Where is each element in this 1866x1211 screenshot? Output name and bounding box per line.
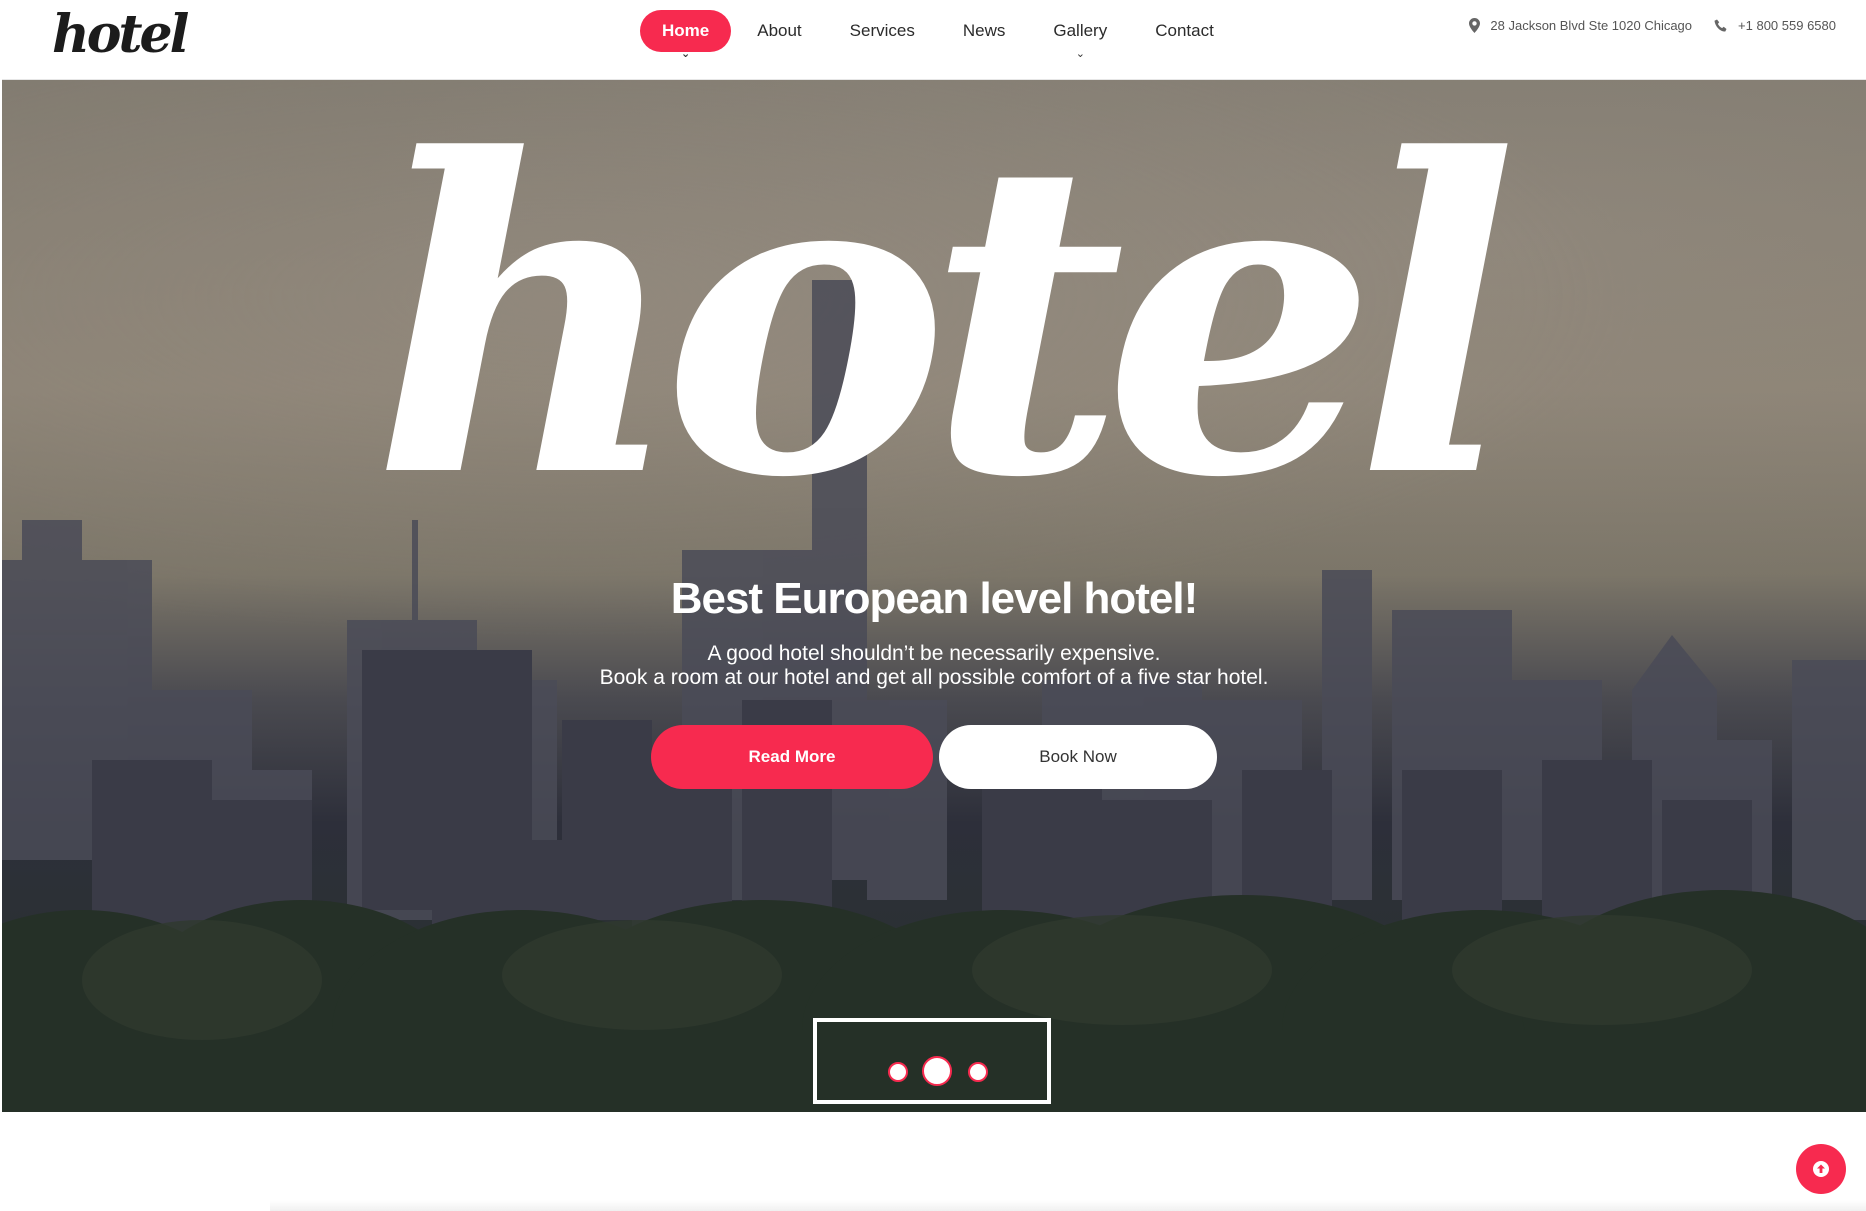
- read-more-button[interactable]: Read More: [651, 725, 933, 789]
- nav-item-label: Home: [662, 21, 710, 40]
- nav-item-contact[interactable]: Contact: [1133, 10, 1236, 52]
- content-shadow: [270, 1200, 1866, 1211]
- main-nav: Home ⌄ About Services News Gallery ⌄ Con…: [640, 10, 1240, 60]
- nav-item-label: About: [757, 21, 802, 40]
- slider-dot-1[interactable]: [888, 1062, 908, 1082]
- book-now-button[interactable]: Book Now: [939, 725, 1217, 789]
- nav-item-label: Services: [849, 21, 915, 40]
- hero-subtitle-line: A good hotel shouldn’t be necessarily ex…: [707, 642, 1161, 665]
- nav-item-gallery[interactable]: Gallery ⌄: [1031, 10, 1129, 60]
- site-header: hotel Home ⌄ About Services News Gallery…: [2, 0, 1866, 80]
- nav-item-news[interactable]: News: [941, 10, 1028, 52]
- header-contact-info: 28 Jackson Blvd Ste 1020 Chicago +1 800 …: [1447, 18, 1836, 33]
- address-block: 28 Jackson Blvd Ste 1020 Chicago: [1469, 18, 1692, 33]
- slider-dot-2-active[interactable]: [922, 1056, 952, 1086]
- arrow-up-circle-icon: [1813, 1161, 1829, 1177]
- map-pin-icon: [1469, 18, 1481, 33]
- hero-subtitle-line: Book a room at our hotel and get all pos…: [599, 666, 1269, 689]
- nav-item-home[interactable]: Home ⌄: [640, 10, 732, 60]
- hero-subtitle: A good hotel shouldn’t be necessarily ex…: [2, 642, 1866, 690]
- scroll-to-top-button[interactable]: [1796, 1144, 1846, 1194]
- site-logo[interactable]: hotel: [52, 4, 189, 65]
- slider-dot-3[interactable]: [968, 1062, 988, 1082]
- nav-item-label: Gallery: [1053, 21, 1108, 40]
- phone-icon: [1714, 19, 1727, 32]
- slider-pagination: [813, 1018, 1051, 1104]
- hero-title: Best European level hotel!: [670, 574, 1199, 623]
- phone-block: +1 800 559 6580: [1714, 18, 1836, 33]
- nav-item-about[interactable]: About: [735, 10, 823, 52]
- nav-item-label: News: [962, 21, 1006, 40]
- hero-slider: hotel Best European level hotel! A good …: [2, 80, 1866, 1112]
- nav-item-services[interactable]: Services: [828, 10, 937, 52]
- hero-script-logo: hotel: [371, 80, 1519, 572]
- chevron-down-icon: ⌄: [1075, 48, 1085, 60]
- phone-text[interactable]: +1 800 559 6580: [1738, 18, 1836, 33]
- chevron-down-icon: ⌄: [681, 48, 691, 60]
- address-text: 28 Jackson Blvd Ste 1020 Chicago: [1490, 18, 1693, 33]
- nav-item-label: Contact: [1155, 21, 1214, 40]
